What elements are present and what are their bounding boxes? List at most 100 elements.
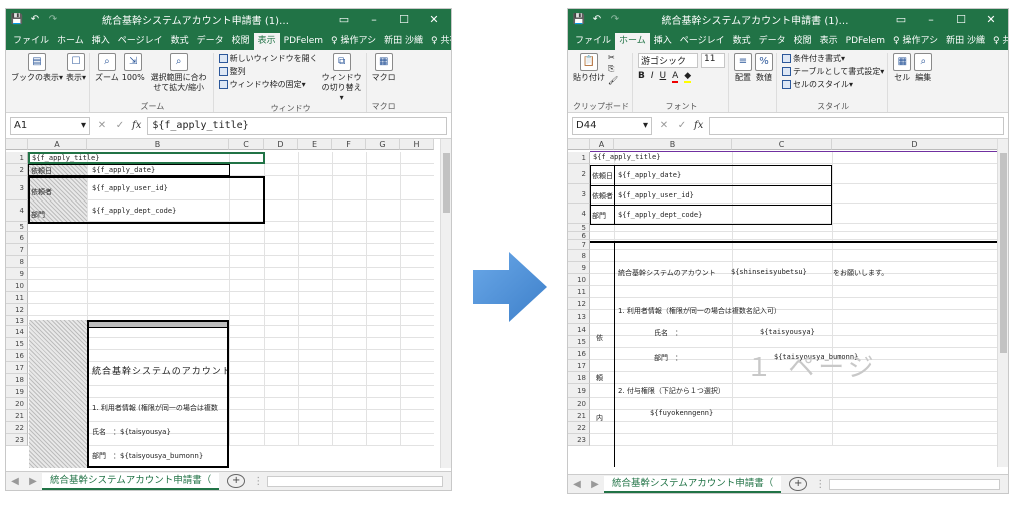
row-header[interactable]: 17 — [568, 360, 590, 372]
tab-insert[interactable]: 挿入 — [650, 33, 676, 50]
tab-formulas[interactable]: 数式 — [729, 33, 755, 50]
font-name-select[interactable]: 游ゴシック — [638, 53, 698, 68]
cell-styles-button[interactable]: セルのスタイル▾ — [782, 79, 884, 90]
row-header[interactable]: 8 — [568, 250, 590, 262]
column-header[interactable]: C — [732, 139, 832, 150]
row-header[interactable]: 4 — [568, 204, 590, 224]
row-header[interactable]: 21 — [6, 410, 28, 422]
row-header[interactable]: 1 — [568, 152, 590, 164]
maximize-icon[interactable]: ☐ — [391, 13, 417, 26]
row-header[interactable]: 3 — [568, 184, 590, 204]
column-header[interactable]: H — [400, 139, 434, 150]
scroll-thumb[interactable] — [443, 153, 450, 213]
cell-a3[interactable]: 依頼者 — [31, 187, 52, 197]
cell-a2[interactable]: 依頼日 — [31, 166, 52, 176]
zoom-selection-button[interactable]: ⌕ 選択範囲に合わせて拡大/縮小 — [148, 53, 210, 101]
column-header[interactable]: B — [87, 139, 229, 150]
cell-b11[interactable]: 1. 利用者情報（権限が同一の場合は複数名記入可） — [618, 306, 781, 316]
tab-view[interactable]: 表示 — [816, 33, 842, 50]
row-header[interactable]: 12 — [6, 304, 28, 316]
cut-icon[interactable]: ✂ — [608, 53, 618, 62]
sheet-tab[interactable]: 統合基幹システムアカウント申請書（ — [604, 475, 782, 493]
tab-pdfelement[interactable]: PDFelem — [842, 33, 889, 50]
row-header[interactable]: 17 — [6, 362, 28, 374]
tab-review[interactable]: 校閲 — [790, 33, 816, 50]
cell-d8[interactable]: をお願いします。 — [833, 268, 888, 278]
tab-page-layout[interactable]: ページレイ — [114, 33, 167, 50]
row-header[interactable]: 22 — [568, 422, 590, 434]
row-header[interactable]: 6 — [568, 232, 590, 240]
ribbon-display-icon[interactable]: ▭ — [331, 13, 357, 26]
enter-icon[interactable]: ✓ — [114, 120, 126, 131]
cell-a17[interactable]: 頼 — [596, 373, 603, 383]
cell-b18[interactable]: 2. 付与権限（下記から１つ選択） — [618, 386, 725, 396]
row-header[interactable]: 13 — [6, 316, 28, 326]
cell-b4[interactable]: ${f_apply_dept_code} — [618, 211, 702, 219]
name-box[interactable]: D44 ▾ — [572, 116, 652, 135]
cell-a13[interactable]: 依 — [596, 333, 603, 343]
format-painter-icon[interactable]: 🖌 — [608, 76, 618, 85]
horizontal-scrollbar[interactable] — [267, 475, 443, 487]
cell-b20[interactable]: ${fuyokenngenn} — [650, 409, 713, 417]
close-icon[interactable]: ✕ — [978, 13, 1004, 26]
name-box[interactable]: A1 ▾ — [10, 116, 90, 135]
column-header[interactable]: A — [590, 139, 614, 150]
row-header[interactable]: 16 — [568, 348, 590, 360]
row-header[interactable]: 8 — [6, 256, 28, 268]
row-header[interactable]: 23 — [6, 434, 28, 446]
tab-insert[interactable]: 挿入 — [88, 33, 114, 50]
font-color-button[interactable]: A — [672, 71, 679, 83]
column-header[interactable]: G — [366, 139, 400, 150]
vertical-scrollbar[interactable] — [440, 139, 451, 468]
row-header[interactable]: 18 — [568, 372, 590, 384]
save-icon[interactable]: 💾 — [572, 14, 586, 25]
share-button[interactable]: ♀ 共有 — [427, 33, 451, 50]
row-header[interactable]: 2 — [568, 164, 590, 184]
cell-b8[interactable]: 統合基幹システムのアカウント — [618, 268, 716, 278]
tab-review[interactable]: 校閲 — [228, 33, 254, 50]
cell-a1[interactable]: ${f_apply_title} — [593, 153, 660, 161]
cell-b13[interactable]: 氏名 ： — [654, 328, 682, 338]
zoom-button[interactable]: ⌕ ズーム — [95, 53, 119, 101]
freeze-panes-button[interactable]: ウィンドウ枠の固定▾ — [218, 79, 318, 90]
italic-button[interactable]: I — [651, 71, 654, 83]
tab-tell-me[interactable]: ♀ 操作アシ — [327, 33, 380, 50]
copy-icon[interactable]: ⎘ — [608, 64, 618, 74]
insert-function-icon[interactable]: fx — [694, 120, 703, 131]
redo-icon[interactable]: ↷ — [46, 14, 60, 25]
font-size-select[interactable]: 11 — [701, 53, 725, 68]
cell-b15[interactable]: 統合基幹システムのアカウント — [92, 364, 227, 377]
worksheet-grid[interactable]: A B C D 1 2 3 4 5 6 7 8 9 10 11 12 13 14 15 16 17 18 19 20 2… — [568, 139, 1008, 467]
row-header[interactable]: 12 — [568, 298, 590, 310]
tab-file[interactable]: ファイル — [9, 33, 53, 50]
row-header[interactable]: 20 — [6, 398, 28, 410]
column-header[interactable]: B — [614, 139, 732, 150]
prev-sheet-icon[interactable]: ◀ — [6, 476, 24, 487]
vertical-scrollbar[interactable] — [997, 139, 1008, 467]
row-header[interactable]: 9 — [568, 262, 590, 274]
bold-button[interactable]: B — [638, 71, 645, 83]
row-header[interactable]: 11 — [6, 292, 28, 304]
fill-color-button[interactable]: ◆ — [684, 71, 692, 83]
number-button[interactable]: % 数値 — [755, 53, 773, 101]
cell-a20[interactable]: 内 — [596, 413, 603, 423]
close-icon[interactable]: ✕ — [421, 13, 447, 26]
cell-a1[interactable]: ${f_apply_title} — [32, 154, 99, 162]
scroll-thumb[interactable] — [1000, 153, 1007, 353]
tab-pdfelement[interactable]: PDFelem — [280, 33, 327, 50]
prev-sheet-icon[interactable]: ◀ — [568, 479, 586, 490]
conditional-format-button[interactable]: 条件付き書式▾ — [782, 53, 884, 64]
tab-tell-me[interactable]: ♀ 操作アシ — [889, 33, 942, 50]
row-header[interactable]: 1 — [6, 152, 28, 164]
undo-icon[interactable]: ↶ — [28, 14, 42, 25]
row-header[interactable]: 19 — [6, 386, 28, 398]
edit-button[interactable]: ⌕ 編集 — [914, 53, 933, 101]
select-all[interactable] — [6, 139, 28, 150]
row-header[interactable]: 19 — [568, 384, 590, 398]
underline-button[interactable]: U — [660, 71, 667, 83]
row-header[interactable]: 15 — [568, 336, 590, 348]
next-sheet-icon[interactable]: ▶ — [24, 476, 42, 487]
cell-b16[interactable]: 部門 ： — [654, 353, 682, 363]
horizontal-scrollbar[interactable] — [829, 478, 1000, 490]
maximize-icon[interactable]: ☐ — [948, 13, 974, 26]
